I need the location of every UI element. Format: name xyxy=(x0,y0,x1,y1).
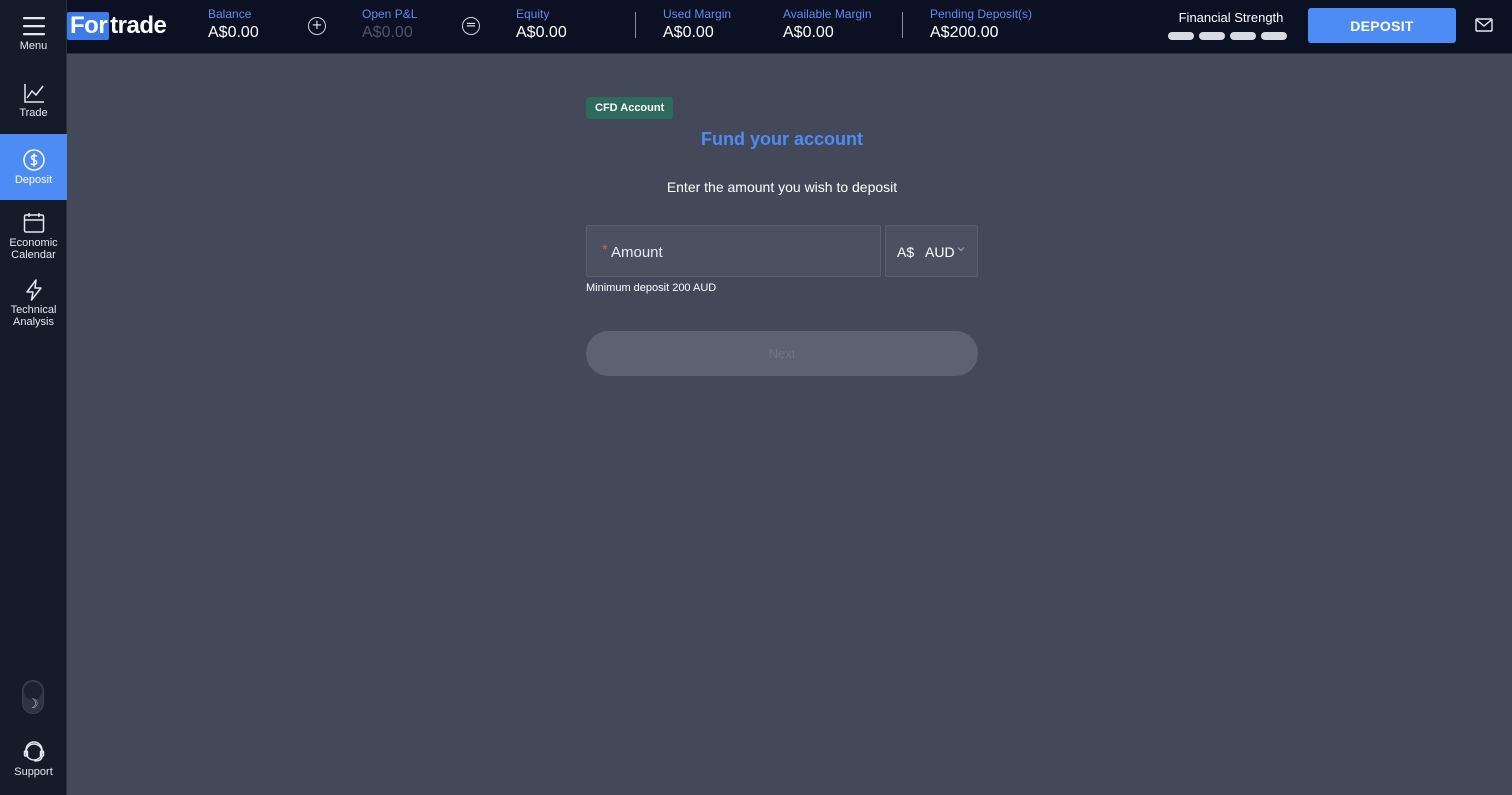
divider xyxy=(902,12,903,38)
pending-deposits-value: A$200.00 xyxy=(930,24,999,41)
sidebar-item-label: Support xyxy=(14,766,53,778)
currency-code: AUD xyxy=(925,244,955,260)
financial-strength-bars xyxy=(1168,32,1287,40)
next-button[interactable]: Next xyxy=(586,331,978,376)
lightning-icon xyxy=(25,279,42,301)
sidebar-item-support[interactable]: Support xyxy=(0,729,67,789)
equity-value: A$0.00 xyxy=(516,24,567,41)
strength-bar xyxy=(1199,32,1225,40)
page-title: Fund your account xyxy=(701,129,863,149)
calendar-icon xyxy=(23,213,44,233)
sidebar-item-label: Trade xyxy=(19,107,48,119)
logo-part-for: For xyxy=(67,12,110,40)
sidebar: Menu Trade Deposit Economic Calendar Tec… xyxy=(0,0,67,795)
top-bar: For trade Balance A$0.00 + Open P&L A$0.0… xyxy=(67,0,1512,54)
plus-icon: + xyxy=(308,17,326,35)
moon-icon: ☽ xyxy=(27,697,39,712)
sidebar-item-trade[interactable]: Trade xyxy=(0,67,67,133)
sidebar-item-label: Technical Analysis xyxy=(10,304,57,328)
open-pnl-value: A$0.00 xyxy=(362,24,413,41)
theme-toggle[interactable]: ☽ xyxy=(22,680,44,714)
minimum-deposit-hint: Minimum deposit 200 AUD xyxy=(586,282,717,294)
mail-icon[interactable] xyxy=(1475,17,1493,33)
financial-strength-label: Financial Strength xyxy=(1178,10,1284,25)
used-margin-value: A$0.00 xyxy=(663,24,714,41)
fortrade-logo[interactable]: For trade xyxy=(67,12,167,40)
balance-label: Balance xyxy=(208,7,252,21)
used-margin-label: Used Margin xyxy=(663,7,732,21)
sidebar-item-menu[interactable]: Menu xyxy=(0,0,67,66)
amount-field[interactable]: * xyxy=(586,225,881,278)
balance-value: A$0.00 xyxy=(208,24,259,41)
available-margin-stat: Available Margin A$0.00 xyxy=(783,7,872,44)
required-mark: * xyxy=(602,241,608,257)
equity-stat: Equity A$0.00 xyxy=(516,7,567,44)
strength-bar xyxy=(1230,32,1256,40)
balance-stat: Balance A$0.00 xyxy=(208,7,259,44)
dollar-circle-icon xyxy=(22,149,45,171)
equals-icon: = xyxy=(462,17,480,35)
used-margin-stat: Used Margin A$0.00 xyxy=(663,7,731,44)
open-pnl-stat: Open P&L A$0.00 xyxy=(362,7,417,44)
sidebar-item-technical-analysis[interactable]: Technical Analysis xyxy=(0,270,67,336)
account-type-badge: CFD Account xyxy=(586,97,674,119)
available-margin-value: A$0.00 xyxy=(783,24,834,41)
divider xyxy=(635,12,636,38)
equity-label: Equity xyxy=(516,7,550,21)
logo-part-trade: trade xyxy=(110,12,167,39)
page-subtitle: Enter the amount you wish to deposit xyxy=(666,179,898,195)
pending-deposits-label: Pending Deposit(s) xyxy=(930,7,1033,21)
open-pnl-label: Open P&L xyxy=(362,7,418,21)
sidebar-item-label: Deposit xyxy=(14,174,53,186)
available-margin-label: Available Margin xyxy=(783,7,872,21)
currency-select[interactable]: A$ AUD xyxy=(885,225,978,277)
strength-bar xyxy=(1168,32,1194,40)
deposit-button[interactable]: DEPOSIT xyxy=(1308,8,1456,43)
hamburger-icon xyxy=(22,17,45,36)
chart-line-icon xyxy=(23,84,44,103)
amount-input[interactable] xyxy=(609,226,873,278)
chevron-down-icon xyxy=(957,247,965,252)
financial-strength[interactable]: Financial Strength xyxy=(1167,10,1287,40)
headset-icon xyxy=(23,741,44,762)
sidebar-item-label: Economic Calendar xyxy=(9,237,58,261)
currency-symbol: A$ xyxy=(897,244,915,260)
sidebar-item-deposit[interactable]: Deposit xyxy=(0,134,67,200)
strength-bar xyxy=(1261,32,1287,40)
pending-deposits-stat: Pending Deposit(s) A$200.00 xyxy=(930,7,1032,44)
sidebar-item-economic-calendar[interactable]: Economic Calendar xyxy=(0,203,67,269)
sidebar-item-label: Menu xyxy=(19,40,48,52)
